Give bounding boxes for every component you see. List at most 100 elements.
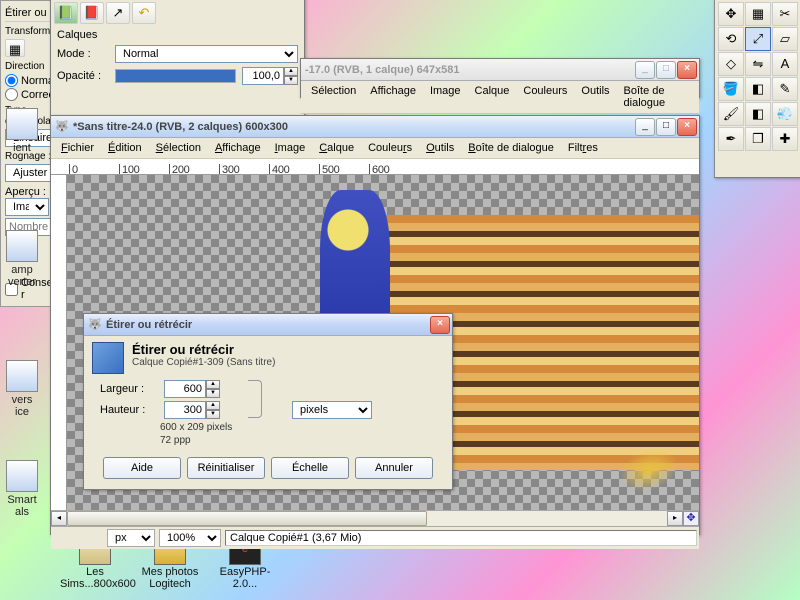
tool-text[interactable]: A [772, 52, 798, 76]
zoom-combo[interactable]: 100% [159, 529, 221, 547]
menu-outils[interactable]: Outils [420, 140, 460, 156]
layers-tab[interactable]: 📗 [54, 2, 78, 24]
close-button[interactable]: × [677, 118, 697, 136]
width-input[interactable] [164, 380, 206, 398]
height-label: Hauteur : [100, 404, 160, 416]
spin-down-icon[interactable]: ▼ [284, 76, 298, 85]
menu-selection[interactable]: Sélection [305, 83, 362, 111]
tool-heal[interactable]: ✚ [772, 127, 798, 151]
menu-selection[interactable]: Sélection [150, 140, 207, 156]
width-label: Largeur : [100, 383, 160, 395]
bgwin-title: -17.0 (RVB, 1 calque) 647x581 [305, 64, 634, 76]
tool-brush[interactable]: 🖌 [718, 102, 744, 126]
apercu-combo[interactable]: Image [5, 198, 49, 216]
undo-tab[interactable]: ↶ [132, 2, 156, 24]
scrollbar-horizontal[interactable]: ◂ ▸ ✥ [51, 510, 699, 526]
tool-eraser[interactable]: ◧ [745, 102, 771, 126]
transform-layer-icon[interactable]: ▦ [5, 39, 25, 57]
shortcut-amp[interactable]: ampverter [2, 230, 42, 288]
scroll-thumb[interactable] [67, 511, 427, 526]
statusbar: px 100% Calque Copié#1 (3,67 Mio) [51, 526, 699, 549]
opacity-slider[interactable] [115, 69, 236, 83]
tool-ink[interactable]: ✒ [718, 127, 744, 151]
scale-button[interactable]: Échelle [271, 457, 349, 479]
menu-affichage[interactable]: Affichage [209, 140, 267, 156]
menu-affichage[interactable]: Affichage [364, 83, 422, 111]
cancel-button[interactable]: Annuler [355, 457, 433, 479]
app-icon [6, 460, 38, 492]
dialog-title: Étirer ou rétrécir [106, 319, 429, 331]
app-icon [6, 108, 38, 140]
maximize-button[interactable]: □ [656, 118, 676, 136]
spin-up-icon[interactable]: ▲ [206, 380, 220, 389]
menu-filtres[interactable]: Filtres [562, 140, 604, 156]
menu-fichier[interactable]: Fichier [55, 140, 100, 156]
layers-toolbar: 📗 📕 ↗ ↶ [51, 0, 304, 27]
reset-button[interactable]: Réinitialiser [187, 457, 265, 479]
paths-tab[interactable]: ↗ [106, 2, 130, 24]
menu-couleurs[interactable]: Couleurs [517, 83, 573, 111]
image-menubar: Fichier Édition Sélection Affichage Imag… [51, 138, 699, 159]
help-button[interactable]: Aide [103, 457, 181, 479]
tool-blend[interactable]: ◧ [745, 77, 771, 101]
minimize-button[interactable]: _ [635, 118, 655, 136]
tool-crop[interactable]: ✂ [772, 2, 798, 26]
unit-combo[interactable]: px [107, 529, 155, 547]
tool-bucket[interactable]: 🪣 [718, 77, 744, 101]
menu-edition[interactable]: Édition [102, 140, 148, 156]
mode-combo[interactable]: Normal [115, 45, 298, 63]
menu-couleurs[interactable]: Couleurs [362, 140, 418, 156]
status-text: Calque Copié#1 (3,67 Mio) [225, 530, 697, 546]
tool-airbrush[interactable]: 💨 [772, 102, 798, 126]
maximize-button[interactable]: □ [656, 61, 676, 79]
shortcut-smart[interactable]: Smartals [2, 460, 42, 518]
dialog-info-dpi: 72 ppp [160, 434, 444, 447]
image-title: *Sans titre-24.0 (RVB, 2 calques) 600x30… [73, 121, 634, 133]
shortcut-client[interactable]: ient [2, 108, 42, 154]
apercu-label: Aperçu : [5, 186, 46, 198]
dialog-info-size: 600 x 209 pixels [160, 421, 444, 434]
spin-down-icon[interactable]: ▼ [206, 410, 220, 419]
menu-image[interactable]: Image [269, 140, 312, 156]
link-icon[interactable] [248, 380, 262, 418]
menu-outils[interactable]: Outils [575, 83, 615, 111]
spin-up-icon[interactable]: ▲ [284, 67, 298, 76]
menu-calque[interactable]: Calque [313, 140, 360, 156]
tool-shear[interactable]: ▱ [772, 27, 798, 51]
channels-tab[interactable]: 📕 [80, 2, 104, 24]
menu-calque[interactable]: Calque [469, 83, 516, 111]
layers-panel: 📗 📕 ↗ ↶ Calques Mode : Normal Opacité : … [50, 0, 305, 118]
close-button[interactable]: × [430, 316, 450, 334]
scroll-right-icon[interactable]: ▸ [667, 511, 683, 526]
shortcut-vers[interactable]: versice [2, 360, 42, 418]
unit-combo[interactable]: pixels [292, 401, 372, 419]
menu-image[interactable]: Image [424, 83, 467, 111]
menu-dialogue[interactable]: Boîte de dialogue [618, 83, 695, 111]
tool-clone[interactable]: ❐ [745, 127, 771, 151]
tool-rotate[interactable]: ⟲ [718, 27, 744, 51]
scroll-left-icon[interactable]: ◂ [51, 511, 67, 526]
spin-down-icon[interactable]: ▼ [206, 389, 220, 398]
minimize-button[interactable]: _ [635, 61, 655, 79]
mode-label: Mode : [57, 48, 109, 60]
toolbox: ✥ ▦ ✂ ⟲ ⤢ ▱ ◇ ⇋ A 🪣 ◧ ✎ 🖌 ◧ 💨 ✒ ❐ ✚ [714, 0, 800, 178]
tool-scale[interactable]: ⤢ [745, 27, 771, 51]
opacity-spinner[interactable]: ▲▼ [242, 67, 298, 85]
scroll-track[interactable] [67, 511, 667, 526]
image-titlebar[interactable]: 🐺 *Sans titre-24.0 (RVB, 2 calques) 600x… [51, 116, 699, 138]
app-icon [6, 360, 38, 392]
menu-dialogue[interactable]: Boîte de dialogue [462, 140, 560, 156]
height-input[interactable] [164, 401, 206, 419]
bgwin-titlebar[interactable]: -17.0 (RVB, 1 calque) 647x581 _ □ × [301, 59, 699, 81]
navigation-icon[interactable]: ✥ [683, 511, 699, 526]
tool-align[interactable]: ▦ [745, 2, 771, 26]
bgwin-menubar: Sélection Affichage Image Calque Couleur… [301, 81, 699, 114]
spin-up-icon[interactable]: ▲ [206, 401, 220, 410]
tool-move[interactable]: ✥ [718, 2, 744, 26]
dialog-titlebar[interactable]: 🐺 Étirer ou rétrécir × [84, 314, 452, 336]
opacity-input[interactable] [242, 67, 284, 85]
tool-perspective[interactable]: ◇ [718, 52, 744, 76]
tool-flip[interactable]: ⇋ [745, 52, 771, 76]
close-button[interactable]: × [677, 61, 697, 79]
tool-pencil[interactable]: ✎ [772, 77, 798, 101]
